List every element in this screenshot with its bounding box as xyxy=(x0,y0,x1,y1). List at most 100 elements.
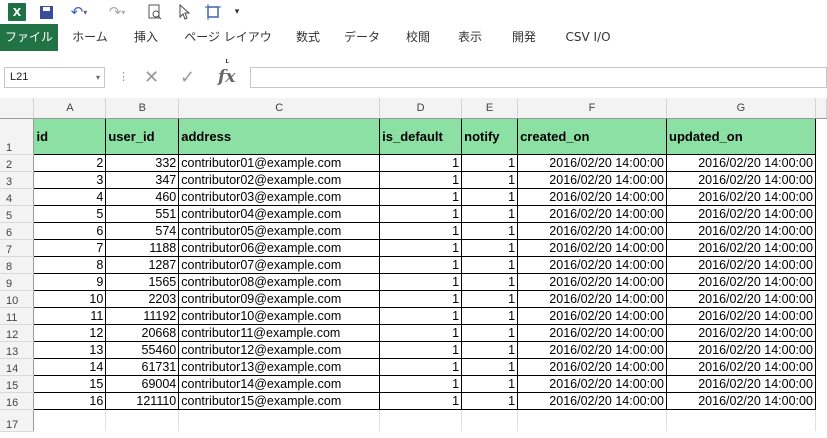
cell[interactable] xyxy=(815,375,826,392)
cell[interactable]: contributor11@example.com xyxy=(178,323,381,342)
cell[interactable]: id xyxy=(33,117,107,155)
cell[interactable]: contributor08@example.com xyxy=(178,272,381,291)
cell[interactable]: 3 xyxy=(33,170,107,189)
tab-file[interactable]: ファイル xyxy=(0,24,58,51)
tab-insert[interactable]: 挿入 xyxy=(126,24,166,51)
cell[interactable]: 2016/02/20 14:00:00 xyxy=(517,153,667,172)
cell[interactable]: 69004 xyxy=(105,374,180,393)
undo-icon[interactable]: ↶ ▾ xyxy=(66,3,92,21)
cell[interactable]: 2016/02/20 14:00:00 xyxy=(666,187,816,206)
cell[interactable] xyxy=(815,290,826,307)
cell[interactable]: 2016/02/20 14:00:00 xyxy=(517,391,667,410)
row-header[interactable]: 16 xyxy=(0,392,35,410)
chevron-down-icon[interactable]: ▾ xyxy=(96,68,100,87)
cell[interactable]: 2016/02/20 14:00:00 xyxy=(666,204,816,223)
cell[interactable]: user_id xyxy=(105,117,180,155)
cell[interactable]: 1 xyxy=(461,391,519,410)
cell[interactable]: 1 xyxy=(379,374,463,393)
cell[interactable] xyxy=(461,409,519,431)
save-icon[interactable] xyxy=(38,3,54,21)
cell[interactable]: 2016/02/20 14:00:00 xyxy=(517,306,667,325)
cell[interactable]: contributor15@example.com xyxy=(178,391,381,410)
cell[interactable]: 551 xyxy=(105,204,180,223)
cell[interactable]: 2016/02/20 14:00:00 xyxy=(517,187,667,206)
cell[interactable]: 11192 xyxy=(105,306,180,325)
cell[interactable]: 1 xyxy=(461,323,519,342)
cell[interactable]: contributor07@example.com xyxy=(178,255,381,274)
row-header[interactable]: 1 xyxy=(0,118,35,155)
cell[interactable] xyxy=(815,171,826,188)
row-header[interactable]: 11 xyxy=(0,307,35,325)
cell[interactable]: 1188 xyxy=(105,238,180,257)
cell[interactable]: is_default xyxy=(379,117,463,155)
tab-data[interactable]: データ xyxy=(338,24,386,51)
cell[interactable] xyxy=(379,409,463,431)
cell[interactable]: 61731 xyxy=(105,357,180,376)
cell[interactable] xyxy=(815,256,826,273)
cell[interactable]: 1 xyxy=(461,272,519,291)
cell[interactable]: 1 xyxy=(379,340,463,359)
cell[interactable]: 2016/02/20 14:00:00 xyxy=(666,391,816,410)
row-header[interactable]: 17 xyxy=(0,409,35,432)
column-header[interactable]: C xyxy=(178,98,381,119)
cell[interactable]: 14 xyxy=(33,357,107,376)
cell[interactable]: 1 xyxy=(461,153,519,172)
cell[interactable]: 1287 xyxy=(105,255,180,274)
tab-home[interactable]: ホーム xyxy=(66,24,114,51)
cell[interactable]: 2016/02/20 14:00:00 xyxy=(517,357,667,376)
cell[interactable]: 347 xyxy=(105,170,180,189)
cell[interactable]: 2016/02/20 14:00:00 xyxy=(517,221,667,240)
redo-icon[interactable]: ↷ ▾ xyxy=(104,3,130,21)
column-header[interactable]: G xyxy=(666,98,816,119)
cell[interactable]: 8 xyxy=(33,255,107,274)
cell[interactable]: contributor04@example.com xyxy=(178,204,381,223)
cell[interactable]: 1 xyxy=(379,187,463,206)
row-header[interactable]: 8 xyxy=(0,256,35,274)
row-header[interactable]: 5 xyxy=(0,205,35,223)
row-header[interactable]: 13 xyxy=(0,341,35,359)
tab-developer[interactable]: 開発 xyxy=(504,24,544,51)
cell[interactable]: 1 xyxy=(379,238,463,257)
cell[interactable]: 1 xyxy=(461,255,519,274)
cell[interactable]: 332 xyxy=(105,153,180,172)
tab-formulas[interactable]: 数式 xyxy=(288,24,328,51)
cell[interactable] xyxy=(815,392,826,409)
cell[interactable]: contributor13@example.com xyxy=(178,357,381,376)
cell[interactable]: 1 xyxy=(461,289,519,308)
freeze-panes-icon[interactable] xyxy=(204,3,222,21)
cell[interactable]: 1 xyxy=(461,374,519,393)
cell[interactable]: 2016/02/20 14:00:00 xyxy=(666,306,816,325)
cell[interactable]: 1 xyxy=(461,238,519,257)
cell[interactable]: 1565 xyxy=(105,272,180,291)
cell[interactable]: 13 xyxy=(33,340,107,359)
cell[interactable] xyxy=(666,409,816,431)
cell[interactable]: 1 xyxy=(461,170,519,189)
cell[interactable]: 2016/02/20 14:00:00 xyxy=(517,272,667,291)
cell[interactable] xyxy=(815,341,826,358)
cell[interactable]: 2016/02/20 14:00:00 xyxy=(517,340,667,359)
cell[interactable]: 2016/02/20 14:00:00 xyxy=(517,323,667,342)
row-header[interactable]: 10 xyxy=(0,290,35,308)
tab-review[interactable]: 校閲 xyxy=(398,24,438,51)
cell[interactable]: 1 xyxy=(379,170,463,189)
column-header[interactable]: D xyxy=(379,98,463,119)
cell[interactable]: created_on xyxy=(517,117,667,155)
cell[interactable]: 2203 xyxy=(105,289,180,308)
cell[interactable] xyxy=(815,273,826,290)
cell[interactable] xyxy=(815,324,826,341)
tab-csv-io[interactable]: CSV I/O xyxy=(556,24,620,51)
cell[interactable] xyxy=(517,409,667,431)
cell[interactable]: 55460 xyxy=(105,340,180,359)
print-preview-icon[interactable] xyxy=(146,3,164,21)
cell[interactable]: contributor12@example.com xyxy=(178,340,381,359)
cell[interactable]: 2016/02/20 14:00:00 xyxy=(666,221,816,240)
cell[interactable]: 9 xyxy=(33,272,107,291)
cell[interactable]: contributor09@example.com xyxy=(178,289,381,308)
cell[interactable]: 1 xyxy=(379,255,463,274)
row-header[interactable]: 15 xyxy=(0,375,35,393)
cell[interactable] xyxy=(815,239,826,256)
cell[interactable]: 2016/02/20 14:00:00 xyxy=(666,340,816,359)
cell[interactable] xyxy=(815,154,826,171)
cell[interactable]: 1 xyxy=(379,204,463,223)
cell[interactable]: 10 xyxy=(33,289,107,308)
